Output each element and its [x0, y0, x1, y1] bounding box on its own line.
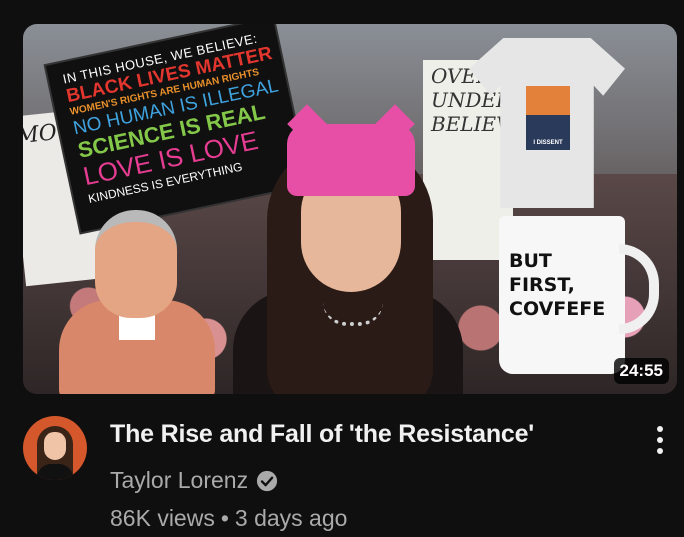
- view-count: 86K views: [110, 505, 215, 531]
- video-title[interactable]: The Rise and Fall of 'the Resistance': [110, 420, 630, 449]
- meta-separator: •: [220, 505, 229, 531]
- duration-badge: 24:55: [613, 358, 669, 384]
- presenter-figure: [223, 80, 473, 394]
- mug-graphic: BUT FIRST, COVFEFE: [499, 216, 659, 374]
- channel-name[interactable]: Taylor Lorenz: [110, 467, 248, 494]
- kebab-dot: [657, 426, 663, 432]
- mug-text-line: BUT: [509, 250, 552, 272]
- avatar-body: [37, 464, 73, 480]
- cartoon-man-figure: [59, 210, 219, 394]
- verified-check-icon: [256, 470, 278, 491]
- pink-hat: [287, 124, 415, 196]
- mug-text-line: COVFEFE: [509, 297, 606, 320]
- video-thumbnail[interactable]: MOTHERS OVER UNDERWEAR BELIEV IN THIS HO…: [23, 24, 677, 394]
- tshirt-poster-text: I DISSENT: [533, 140, 563, 146]
- kebab-dot: [657, 448, 663, 454]
- tshirt-poster: I DISSENT: [526, 86, 570, 150]
- video-metadata: 86K views • 3 days ago: [110, 505, 347, 532]
- channel-name-row[interactable]: Taylor Lorenz: [110, 467, 278, 494]
- mug-text-line: FIRST,: [509, 273, 575, 296]
- upload-age: 3 days ago: [234, 505, 348, 531]
- cartoon-head: [95, 210, 177, 318]
- channel-avatar[interactable]: [23, 416, 87, 480]
- kebab-dot: [657, 437, 663, 443]
- more-vertical-icon[interactable]: [646, 422, 674, 458]
- avatar-face: [44, 432, 66, 460]
